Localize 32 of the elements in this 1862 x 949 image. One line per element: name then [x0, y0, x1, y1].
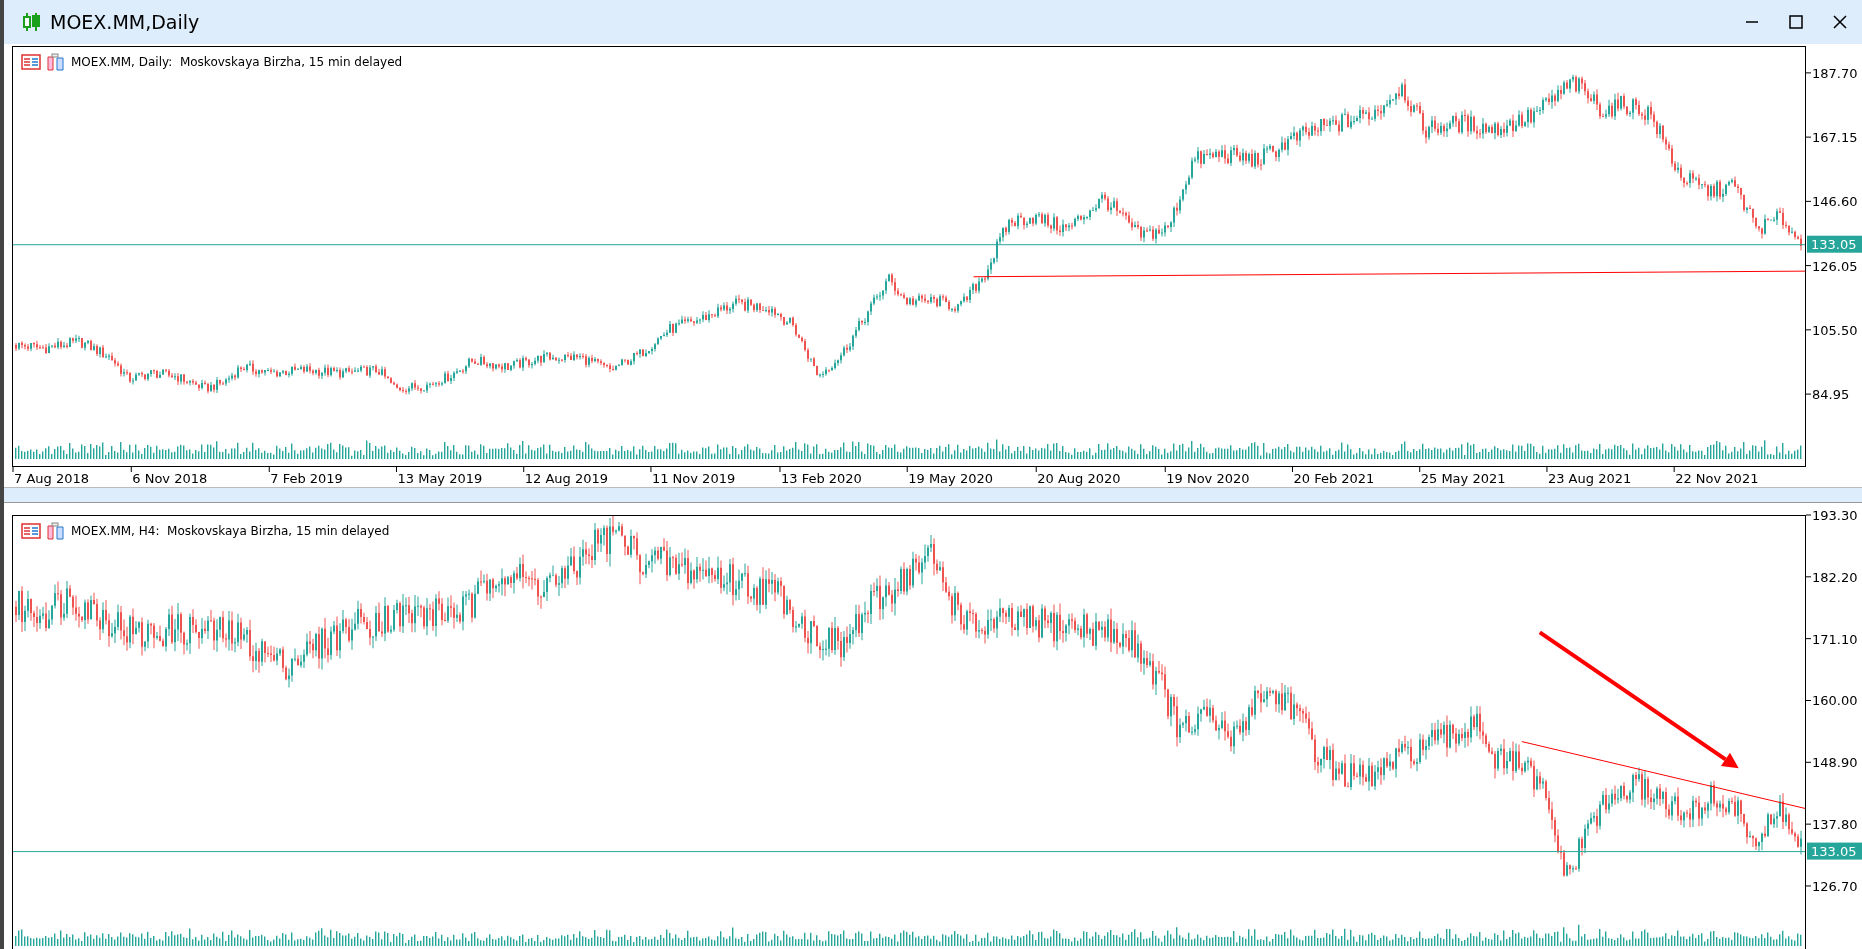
date-label: 20 Aug 2020 [1037, 471, 1121, 486]
price-tag: 133.05 [1807, 842, 1862, 860]
price-label: 137.80 [1812, 817, 1858, 833]
date-label: 7 Feb 2019 [270, 471, 343, 486]
price-label: 148.90 [1812, 755, 1858, 771]
date-label: 25 May 2021 [1420, 471, 1506, 486]
date-label: 7 Aug 2018 [14, 471, 89, 486]
chart-legend: MOEX.MM, Daily: Moskovskaya Birzha, 15 min delayed [71, 55, 403, 69]
date-label: 11 Nov 2019 [651, 471, 736, 486]
date-label: 20 Feb 2021 [1293, 471, 1375, 486]
date-label: 22 Nov 2021 [1675, 471, 1759, 486]
date-label: 6 Nov 2018 [132, 471, 208, 486]
date-label: 23 Aug 2021 [1547, 471, 1632, 486]
price-label: 187.70 [1812, 65, 1858, 81]
date-label: 13 May 2019 [397, 471, 483, 486]
price-label: 160.00 [1812, 693, 1858, 709]
date-label: 13 Feb 2020 [781, 471, 862, 486]
chart-legend: MOEX.MM, H4: Moskovskaya Birzha, 15 min delayed [71, 524, 390, 538]
price-label: 167.15 [1812, 130, 1858, 146]
date-label: 19 Nov 2020 [1166, 471, 1250, 486]
price-label: 84.95 [1812, 387, 1850, 403]
date-label: 19 May 2020 [908, 471, 993, 486]
window-title: MOEX.MM,Daily [50, 11, 201, 33]
price-label: 126.70 [1812, 878, 1858, 894]
price-label: 146.60 [1812, 194, 1858, 210]
date-label: 12 Aug 2019 [524, 471, 608, 486]
price-label: 182.20 [1812, 569, 1858, 585]
price-label: 171.10 [1812, 631, 1858, 647]
price-tag: 133.05 [1807, 235, 1862, 253]
price-label: 105.50 [1812, 322, 1858, 338]
price-label: 193.30 [1812, 508, 1858, 523]
price-label: 126.05 [1812, 258, 1858, 274]
